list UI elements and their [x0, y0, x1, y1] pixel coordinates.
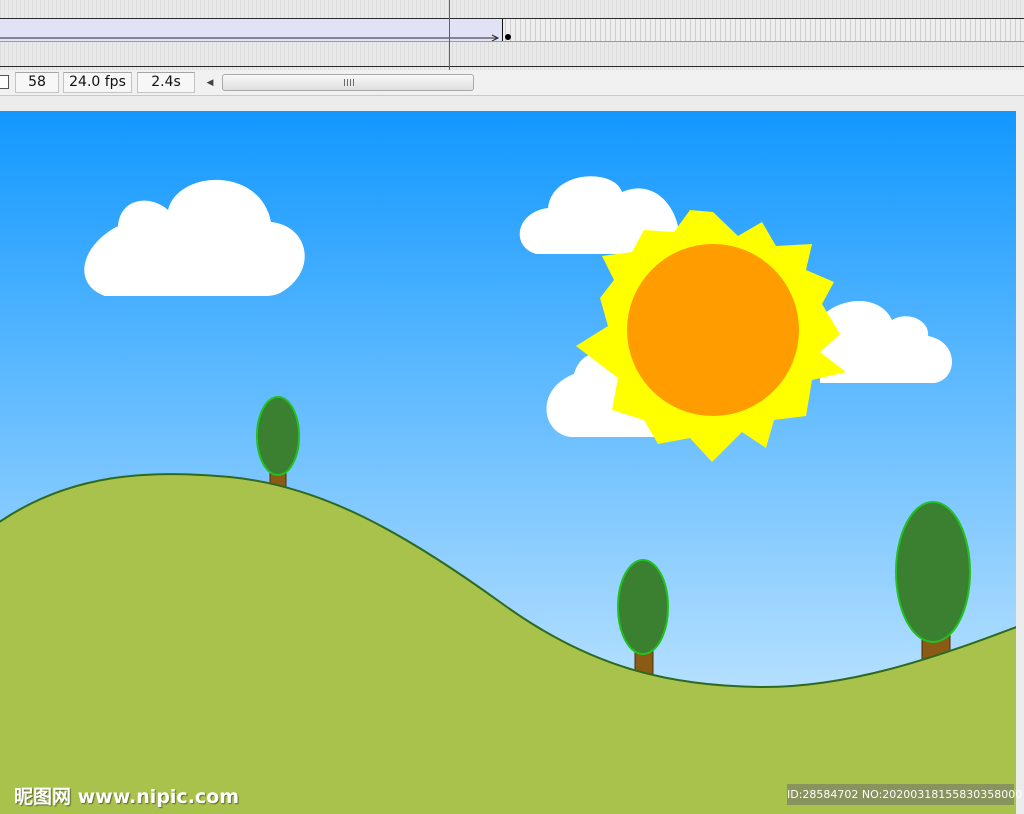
scene-artwork	[0, 111, 1016, 814]
frame-rate-field[interactable]: 24.0 fps	[63, 72, 132, 93]
tween-arrow-icon	[0, 34, 500, 41]
playhead[interactable]	[449, 0, 450, 72]
scroll-left-arrow-icon[interactable]: ◀	[204, 76, 216, 90]
sun-core	[627, 244, 799, 416]
layer-frames-row[interactable]	[0, 18, 1024, 42]
timeline-scrollbar-thumb[interactable]	[222, 74, 474, 91]
timeline-status-bar: 58 24.0 fps 2.4s ◀	[0, 70, 1024, 96]
center-frame-button[interactable]	[0, 75, 9, 89]
scrollbar-grip-icon	[344, 79, 354, 86]
current-frame-field[interactable]: 58	[15, 72, 59, 93]
keyframe-marker-icon[interactable]	[505, 34, 511, 40]
stage-canvas[interactable]	[0, 111, 1016, 814]
layer-divider	[0, 66, 1024, 67]
motion-tween-span[interactable]	[0, 19, 503, 41]
elapsed-time-field: 2.4s	[137, 72, 195, 93]
timeline-panel[interactable]	[0, 0, 1024, 72]
watermark-id: ID:28584702 NO:20200318155830358000	[787, 784, 1022, 805]
watermark-logo: 昵图网 www.nipic.com	[14, 786, 240, 808]
